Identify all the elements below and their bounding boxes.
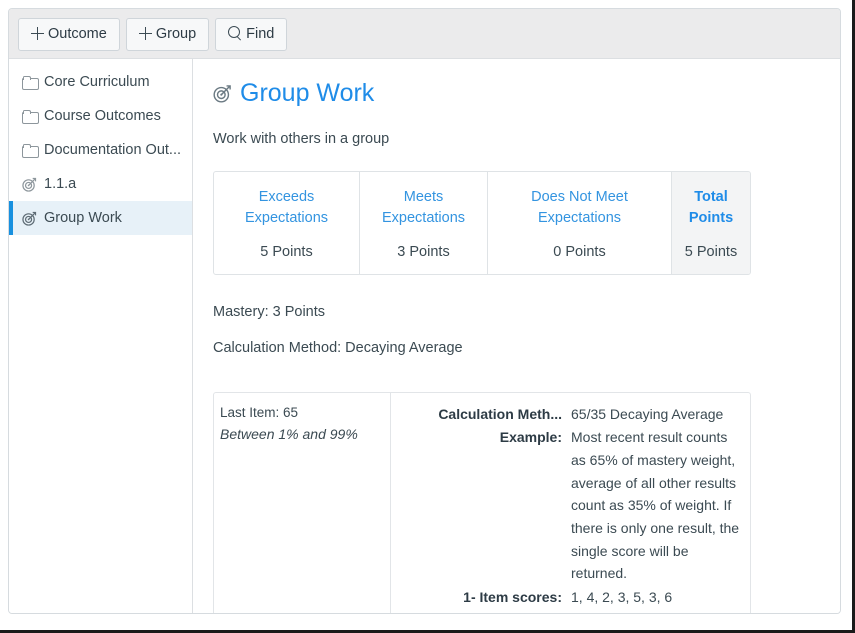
example-row-calculation-method: Calculation Meth... 65/35 Decaying Avera… xyxy=(401,403,740,426)
add-outcome-button[interactable]: Outcome xyxy=(18,18,120,51)
example-row-example: Example: Most recent result counts as 65… xyxy=(401,426,740,585)
example-row-value: 65/35 Decaying Average xyxy=(571,405,724,422)
sidebar-item-label: Documentation Out... xyxy=(44,142,182,158)
sidebar-item-course-outcomes[interactable]: Course Outcomes xyxy=(9,99,192,133)
folder-icon xyxy=(22,76,39,90)
example-row-label: 2- Final score: xyxy=(401,610,571,614)
calculation-method: Calculation Method: Decaying Average xyxy=(213,339,463,356)
outcome-title-row: Group Work xyxy=(213,79,840,108)
calculation-example-left: Last Item: 65 Between 1% and 99% xyxy=(214,392,391,613)
outcome-target-icon xyxy=(22,177,37,192)
rating-points: 0 Points xyxy=(553,243,606,260)
example-row-final-score: 2- Final score: 4.95 xyxy=(401,610,740,614)
sidebar-item-1-1-a[interactable]: 1.1.a xyxy=(9,167,192,201)
example-row-label: Example: xyxy=(499,429,562,446)
outcomes-sidebar: Core Curriculum Course Outcomes Document… xyxy=(9,59,193,613)
sidebar-item-label: Group Work xyxy=(44,210,122,226)
plus-icon xyxy=(138,26,152,43)
last-item-value: 65 xyxy=(283,404,299,420)
last-item-range-note: Between 1% and 99% xyxy=(220,426,358,443)
mastery-level: Mastery: 3 Points xyxy=(213,303,326,320)
outcome-target-icon xyxy=(213,84,232,103)
sidebar-item-group-work[interactable]: Group Work xyxy=(9,201,192,235)
find-button[interactable]: Find xyxy=(215,18,288,51)
rating-points: 5 Points xyxy=(260,243,313,260)
rating-points: 5 Points xyxy=(684,243,738,260)
rating-name: Total Points xyxy=(688,188,734,226)
rating-column-meets-expectations: Meets Expectations 3 Points xyxy=(360,171,488,274)
plus-icon xyxy=(31,26,44,43)
folder-icon xyxy=(22,110,39,124)
add-group-button[interactable]: Group xyxy=(125,18,210,51)
sidebar-item-documentation-outcomes[interactable]: Documentation Out... xyxy=(9,133,192,167)
rating-column-does-not-meet-expectations: Does Not Meet Expectations 0 Points xyxy=(488,171,672,274)
browser-window-frame: Outcome Group Find Core Curriculum Cours… xyxy=(0,0,855,633)
outcome-ratings-table: Exceeds Expectations 5 Points Meets Expe… xyxy=(213,170,751,275)
rating-column-exceeds-expectations: Exceeds Expectations 5 Points xyxy=(214,171,360,274)
sidebar-item-label: Course Outcomes xyxy=(44,108,161,124)
example-row-item-scores: 1- Item scores: 1, 4, 2, 3, 5, 3, 6 xyxy=(401,586,740,609)
add-outcome-button-label: Outcome xyxy=(48,26,107,43)
rating-name: Exceeds Expectations xyxy=(244,188,329,226)
example-row-label: Calculation Meth... xyxy=(438,405,562,422)
calculation-example-box: Last Item: 65 Between 1% and 99% Calcula… xyxy=(213,391,751,614)
add-group-button-label: Group xyxy=(155,26,197,43)
sidebar-item-core-curriculum[interactable]: Core Curriculum xyxy=(9,65,192,99)
rating-column-total-points: Total Points 5 Points xyxy=(672,171,750,274)
calculation-example-right: Calculation Meth... 65/35 Decaying Avera… xyxy=(391,393,750,614)
example-row-value: 1, 4, 2, 3, 5, 3, 6 xyxy=(571,588,673,605)
last-item-row: Last Item: 65 xyxy=(220,403,390,424)
folder-icon xyxy=(22,144,39,158)
outcomes-app-panel: Outcome Group Find Core Curriculum Cours… xyxy=(8,8,841,614)
example-row-value: 4.95 xyxy=(571,610,740,614)
outcome-target-icon xyxy=(22,211,37,226)
rating-name: Meets Expectations xyxy=(381,188,466,226)
page-title: Group Work xyxy=(240,79,375,107)
outcomes-toolbar: Outcome Group Find xyxy=(9,9,840,59)
example-row-value: Most recent result counts as 65% of mast… xyxy=(571,429,740,582)
sidebar-item-label: 1.1.a xyxy=(44,176,77,192)
find-button-label: Find xyxy=(246,26,275,43)
search-icon xyxy=(228,26,242,43)
outcome-detail-panel: Group Work Work with others in a group E… xyxy=(194,59,840,614)
last-item-label: Last Item: xyxy=(220,404,284,420)
rating-name: Does Not Meet Expectations xyxy=(531,188,628,226)
example-row-label: 1- Item scores: xyxy=(463,588,562,605)
outcome-description: Work with others in a group xyxy=(213,130,390,147)
rating-points: 3 Points xyxy=(397,243,450,260)
sidebar-item-label: Core Curriculum xyxy=(44,74,150,90)
